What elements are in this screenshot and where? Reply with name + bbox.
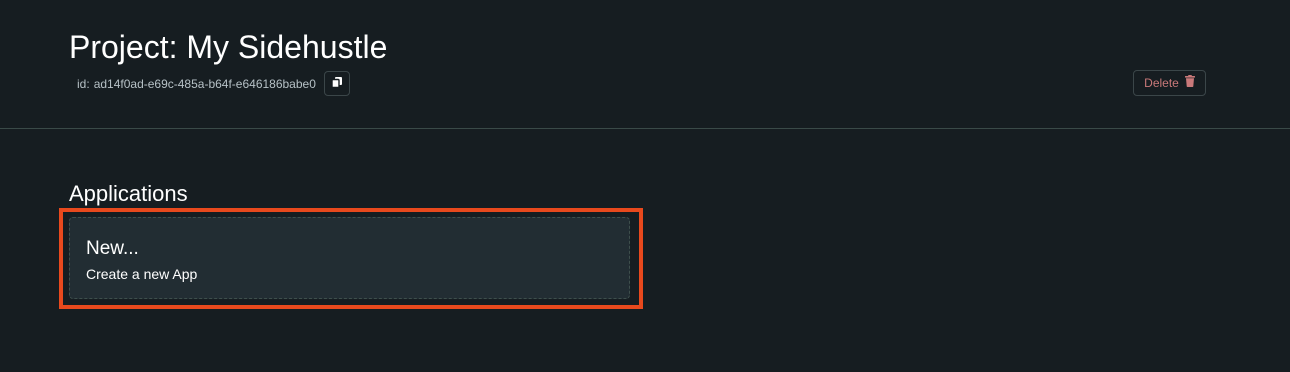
- new-app-card-subtitle: Create a new App: [86, 266, 198, 282]
- applications-heading: Applications: [69, 181, 188, 206]
- new-app-card-title: New...: [86, 238, 139, 259]
- project-id-value: ad14f0ad-e69c-485a-b64f-e646186babe0: [93, 76, 316, 91]
- delete-button-label: Delete: [1144, 76, 1179, 90]
- project-header: Project: My Sidehustle id: ad14f0ad-e69c…: [0, 0, 1290, 129]
- delete-project-button[interactable]: Delete: [1133, 70, 1206, 96]
- project-id-row: id: ad14f0ad-e69c-485a-b64f-e646186babe0: [77, 70, 350, 97]
- trash-icon: [1184, 74, 1195, 92]
- project-page: Project: My Sidehustle id: ad14f0ad-e69c…: [0, 0, 1290, 372]
- copy-id-button[interactable]: [323, 71, 350, 96]
- copy-icon: [331, 75, 343, 93]
- new-app-card[interactable]: New... Create a new App: [69, 217, 630, 299]
- page-title: Project: My Sidehustle: [69, 29, 388, 65]
- project-id-label: id:: [77, 76, 90, 91]
